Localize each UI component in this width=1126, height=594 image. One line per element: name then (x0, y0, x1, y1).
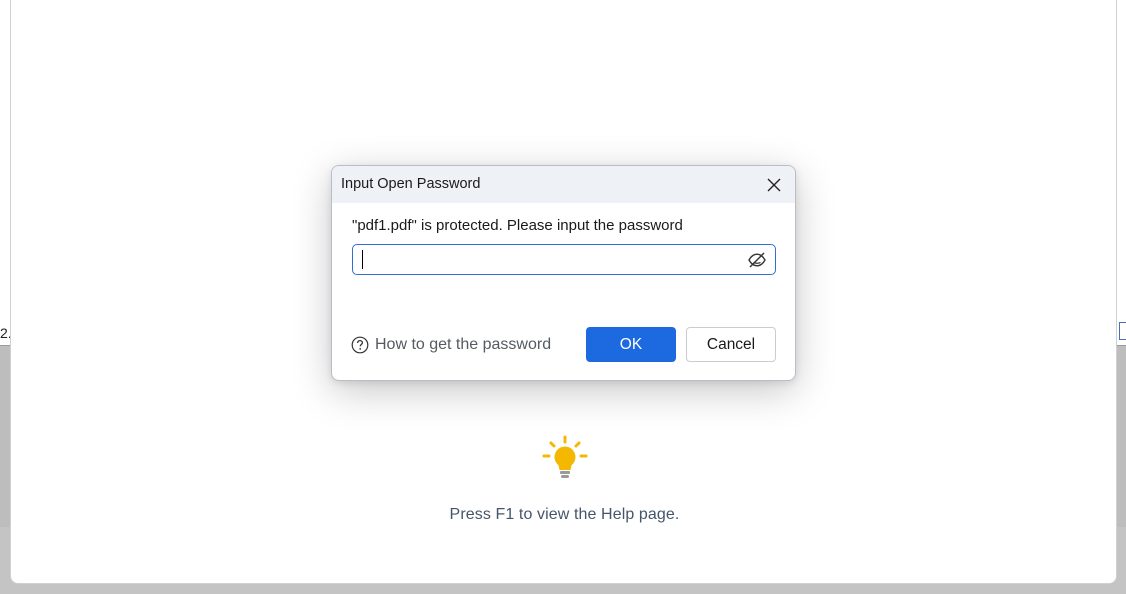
help-hint-text: Press F1 to view the Help page. (449, 506, 680, 523)
dialog-titlebar: Input Open Password (332, 166, 795, 203)
show-password-toggle[interactable] (747, 250, 767, 270)
lightbulb-icon (541, 434, 589, 482)
eye-off-icon (748, 252, 766, 268)
dialog-title: Input Open Password (341, 176, 481, 192)
dialog-prompt: "pdf1.pdf" is protected. Please input th… (352, 217, 683, 234)
cancel-button[interactable]: Cancel (686, 327, 776, 362)
close-button[interactable] (761, 172, 787, 198)
password-field[interactable] (352, 244, 776, 275)
password-dialog: Input Open Password "pdf1.pdf" is protec… (331, 165, 796, 381)
password-input[interactable] (359, 248, 729, 270)
close-icon (767, 178, 781, 192)
help-link-label: How to get the password (375, 336, 552, 353)
question-circle-icon (351, 336, 369, 354)
text-caret (362, 250, 363, 269)
background-edge-control (1119, 322, 1126, 340)
help-hint: Press F1 to view the Help page. (11, 434, 1118, 524)
ok-button[interactable]: OK (586, 327, 676, 362)
how-to-get-password-link[interactable]: How to get the password (351, 336, 551, 354)
